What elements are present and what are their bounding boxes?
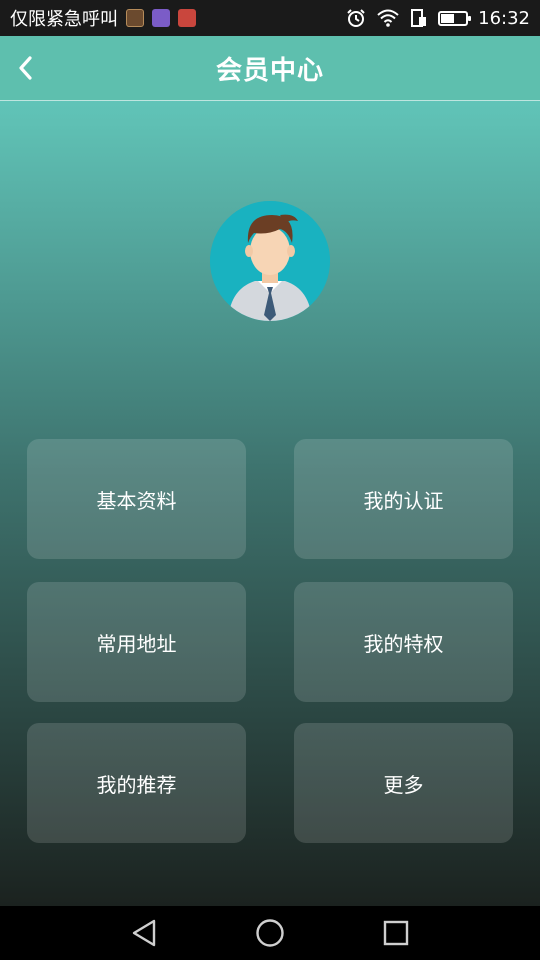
back-button[interactable] <box>6 48 46 88</box>
battery-fill <box>441 13 455 23</box>
battery-icon <box>438 10 472 26</box>
menu-item-basic-info[interactable]: 基本资料 <box>27 439 246 559</box>
status-right: 16:32 <box>346 8 530 29</box>
wifi-icon <box>377 9 399 27</box>
picture-notification-icon <box>126 9 144 27</box>
back-triangle-icon <box>132 919 156 947</box>
status-bar: 仅限紧急呼叫 16:32 <box>0 0 540 36</box>
menu-item-common-address[interactable]: 常用地址 <box>27 582 246 702</box>
system-nav-bar <box>0 906 540 960</box>
menu-item-my-recommendations[interactable]: 我的推荐 <box>27 723 246 843</box>
header: 会员中心 <box>0 36 540 101</box>
nav-home-button[interactable] <box>252 915 288 951</box>
menu-item-label: 我的认证 <box>363 488 444 513</box>
sim-icon <box>411 9 427 27</box>
avatar[interactable] <box>210 201 330 321</box>
status-time: 16:32 <box>478 7 530 29</box>
page-title: 会员中心 <box>215 55 324 86</box>
menu-item-more[interactable]: 更多 <box>294 723 513 843</box>
main-content: 会员中心 基本资料 我的认证 常用地址 我的特权 我的推荐 更多 <box>0 36 540 906</box>
menu-item-my-privileges[interactable]: 我的特权 <box>294 582 513 702</box>
menu-item-label: 更多 <box>383 772 424 797</box>
nav-recents-button[interactable] <box>378 915 414 951</box>
menu-item-label: 我的特权 <box>363 631 444 656</box>
menu-item-label: 我的推荐 <box>96 772 177 797</box>
menu-item-label: 基本资料 <box>96 488 177 513</box>
chevron-left-icon <box>19 56 32 80</box>
menu-item-label: 常用地址 <box>96 631 177 656</box>
recents-square-icon <box>383 920 409 946</box>
menu-item-my-certification[interactable]: 我的认证 <box>294 439 513 559</box>
carrier-text: 仅限紧急呼叫 <box>10 9 118 30</box>
nav-back-button[interactable] <box>126 915 162 951</box>
home-circle-icon <box>256 919 284 947</box>
user-avatar-icon <box>210 201 330 321</box>
app-notification-icon <box>178 9 196 27</box>
gallery-notification-icon <box>152 9 170 27</box>
alarm-icon <box>347 9 365 27</box>
status-left: 仅限紧急呼叫 <box>10 5 196 31</box>
